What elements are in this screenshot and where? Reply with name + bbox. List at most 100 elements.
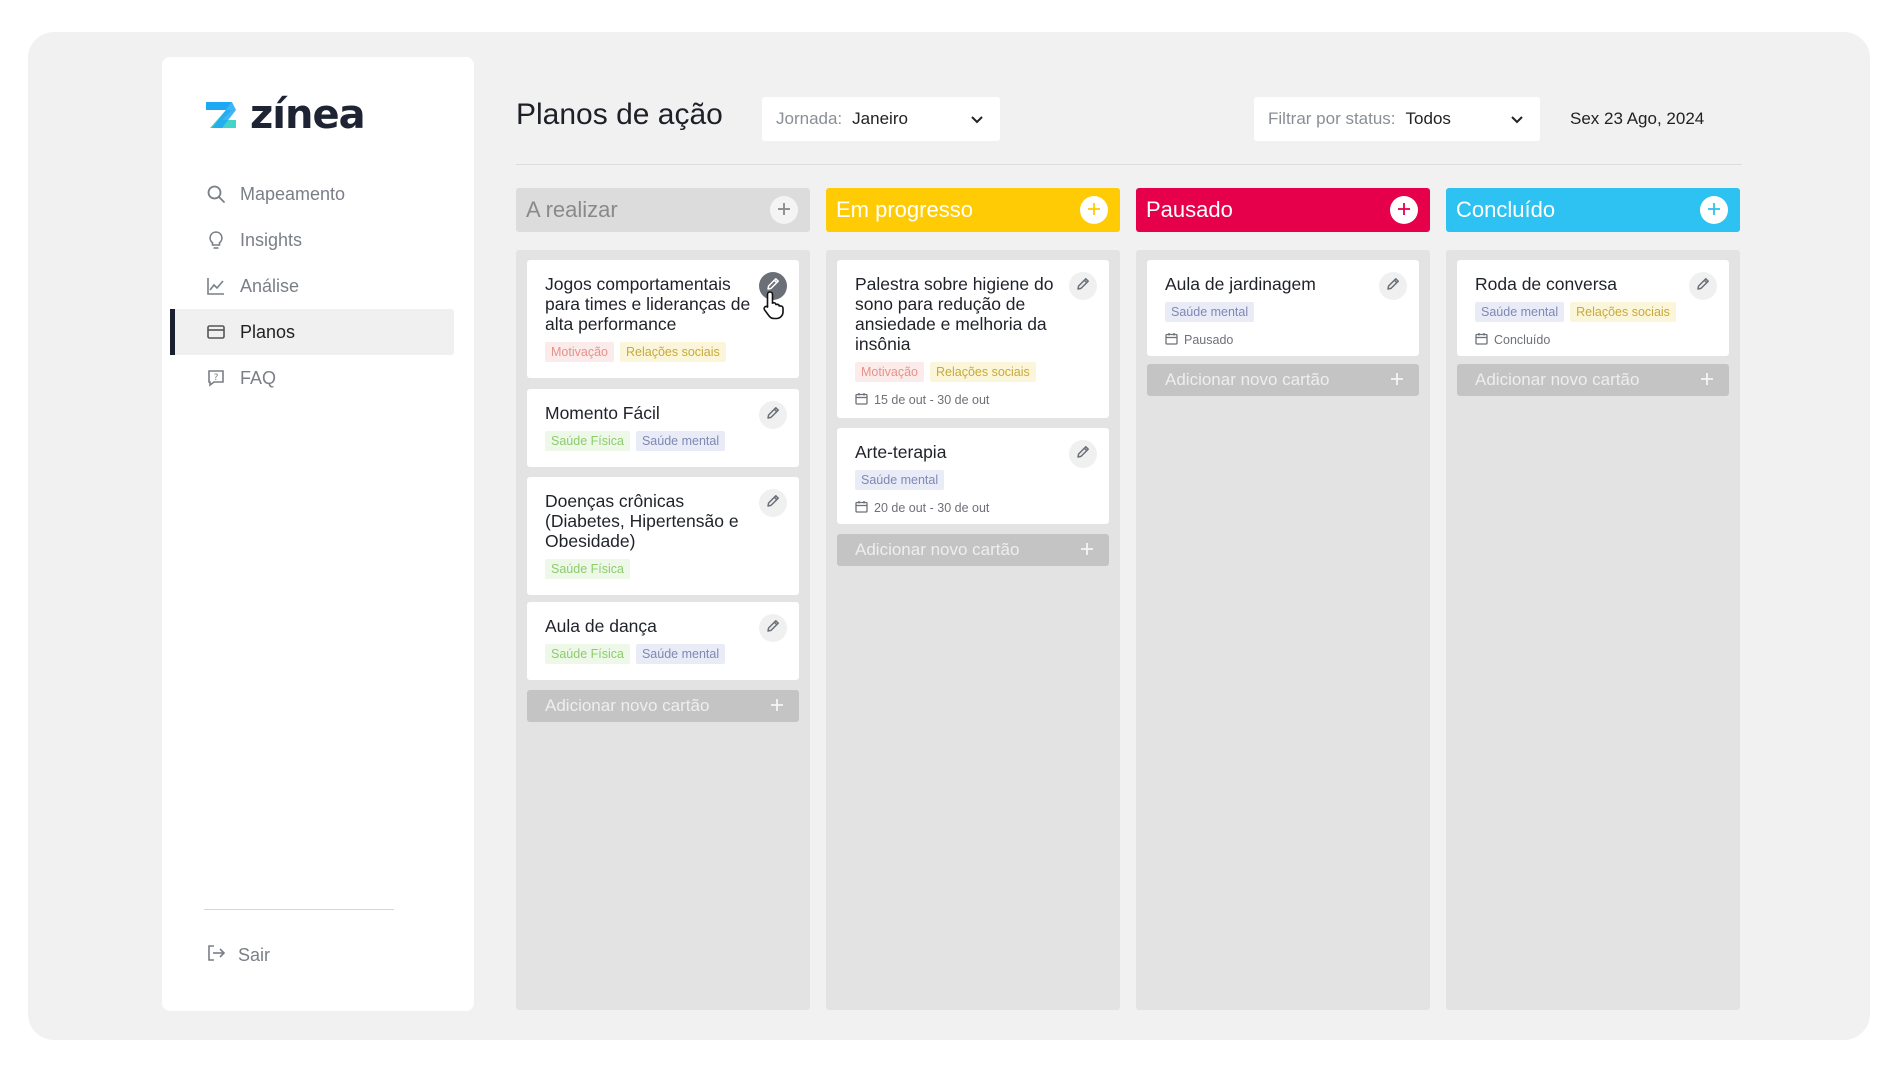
status-filter-select[interactable]: Filtrar por status: Todos: [1254, 97, 1540, 141]
edit-card-button[interactable]: [1689, 272, 1717, 300]
sidebar-item-label: Planos: [240, 321, 296, 342]
card-title: Palestra sobre higiene do sono para redu…: [855, 274, 1054, 354]
add-column-card-button[interactable]: [1700, 196, 1728, 224]
pencil-icon: [765, 405, 781, 426]
plan-card[interactable]: Palestra sobre higiene do sono para redu…: [837, 260, 1109, 418]
sidebar-item-faq[interactable]: ? FAQ: [172, 355, 454, 401]
tag-badge: Saúde Física: [545, 559, 630, 579]
card-tags: Motivação Relações sociais: [855, 362, 1093, 382]
tag-badge: Relações sociais: [619, 342, 726, 362]
plan-card[interactable]: Aula de dança Saúde Física Saúde mental: [527, 602, 799, 680]
pencil-icon: [1075, 276, 1091, 297]
pencil-icon: [1695, 276, 1711, 297]
edit-card-button[interactable]: [1069, 272, 1097, 300]
card-title: Aula de dança: [545, 616, 657, 636]
chevron-down-icon: [968, 110, 986, 133]
card-title: Jogos comportamentais para times e lider…: [545, 274, 751, 334]
plus-icon: [769, 697, 785, 718]
card-tags: Saúde mental Relações sociais: [1475, 302, 1713, 322]
sidebar-item-mapeamento[interactable]: Mapeamento: [172, 171, 454, 217]
calendar-icon: [1165, 332, 1178, 348]
edit-card-button[interactable]: [759, 401, 787, 429]
journey-select[interactable]: Jornada: Janeiro: [762, 97, 1000, 141]
add-column-card-button[interactable]: [770, 196, 798, 224]
edit-card-button[interactable]: [759, 489, 787, 517]
header-divider: [516, 164, 1742, 165]
plan-card[interactable]: Jogos comportamentais para times e lider…: [527, 260, 799, 378]
plus-icon: [1079, 541, 1095, 562]
sidebar-item-analise[interactable]: Análise: [172, 263, 454, 309]
sidebar-divider: [204, 909, 394, 910]
sidebar-item-insights[interactable]: Insights: [172, 217, 454, 263]
add-new-card-label: Adicionar novo cartão: [1475, 370, 1640, 389]
column-body: Palestra sobre higiene do sono para redu…: [826, 250, 1120, 1010]
plus-icon: [1086, 197, 1102, 223]
search-icon: [206, 184, 226, 204]
calendar-icon: [855, 500, 868, 516]
chevron-down-icon: [1508, 110, 1526, 133]
plus-icon: [1699, 371, 1715, 392]
plus-icon: [1706, 197, 1722, 223]
plan-card[interactable]: Aula de jardinagem Saúde mental Pausado: [1147, 260, 1419, 356]
journey-select-label: Jornada:: [776, 109, 843, 128]
plan-card[interactable]: Arte-terapia Saúde mental 20 de out - 30 d…: [837, 428, 1109, 524]
tag-badge: Saúde mental: [1475, 302, 1565, 322]
current-date: Sex 23 Ago, 2024: [1570, 109, 1705, 128]
add-new-card-button[interactable]: Adicionar novo cartão: [1457, 364, 1729, 396]
card-title: Aula de jardinagem: [1165, 274, 1316, 294]
sidebar-item-label: Mapeamento: [240, 183, 346, 204]
plan-card[interactable]: Roda de conversa Saúde mental Relações soc…: [1457, 260, 1729, 356]
card-meta-text: Concluído: [1494, 333, 1551, 347]
edit-card-button[interactable]: [1069, 440, 1097, 468]
tag-badge: Motivação: [545, 342, 614, 362]
card-title: Arte-terapia: [855, 442, 947, 462]
tag-badge: Saúde mental: [635, 431, 726, 451]
column-body: Roda de conversa Saúde mental Relações soc…: [1446, 250, 1740, 1010]
plan-card[interactable]: Doenças crônicas (Diabetes, Hipertensão …: [527, 477, 799, 595]
card-meta: Concluído: [1475, 332, 1713, 348]
card-tags: Motivação Relações sociais: [545, 342, 783, 362]
card-meta-text: 15 de out - 30 de out: [874, 393, 990, 407]
add-new-card-label: Adicionar novo cartão: [855, 540, 1020, 559]
column-title: Em progresso: [836, 197, 973, 222]
pencil-icon: [1075, 444, 1091, 465]
sidebar: zínea Mapeamento Insights Análise Planos: [162, 57, 474, 1011]
card-tags: Saúde Física Saúde mental: [545, 644, 783, 664]
column-header: Em progresso: [826, 188, 1120, 232]
svg-text:?: ?: [214, 373, 219, 383]
window-icon: [206, 322, 226, 342]
plus-icon: [1396, 197, 1412, 223]
add-new-card-button[interactable]: Adicionar novo cartão: [527, 690, 799, 722]
page-title: Planos de ação: [516, 98, 723, 131]
card-tags: Saúde mental: [855, 470, 1093, 490]
add-column-card-button[interactable]: [1390, 196, 1418, 224]
plan-card[interactable]: Momento Fácil Saúde Física Saúde mental: [527, 389, 799, 467]
tag-badge: Saúde mental: [855, 470, 945, 490]
zinea-logo-icon: [202, 96, 240, 134]
add-new-card-button[interactable]: Adicionar novo cartão: [1147, 364, 1419, 396]
calendar-icon: [855, 392, 868, 408]
card-meta: 15 de out - 30 de out: [855, 392, 1093, 408]
tag-badge: Saúde mental: [1165, 302, 1255, 322]
question-chat-icon: ?: [206, 368, 226, 388]
column-title: Concluído: [1456, 197, 1556, 222]
edit-card-button[interactable]: [1379, 272, 1407, 300]
column-title: A realizar: [526, 197, 618, 222]
add-new-card-button[interactable]: Adicionar novo cartão: [837, 534, 1109, 566]
tag-badge: Saúde Física: [545, 431, 630, 451]
column-title: Pausado: [1146, 197, 1233, 222]
add-column-card-button[interactable]: [1080, 196, 1108, 224]
card-title: Doenças crônicas (Diabetes, Hipertensão …: [545, 491, 739, 551]
card-tags: Saúde mental: [1165, 302, 1403, 322]
logout-button[interactable]: Sair: [206, 943, 270, 968]
plus-icon: [1389, 371, 1405, 392]
card-meta-text: 20 de out - 30 de out: [874, 501, 990, 515]
card-tags: Saúde Física Saúde mental: [545, 431, 783, 451]
pencil-icon: [765, 618, 781, 639]
plus-icon: [776, 197, 792, 223]
edit-card-button[interactable]: [759, 614, 787, 642]
sidebar-item-planos[interactable]: Planos: [170, 309, 454, 355]
card-meta-text: Pausado: [1184, 333, 1234, 347]
brand-logo[interactable]: zínea: [202, 92, 366, 138]
brand-name: zínea: [250, 92, 366, 138]
